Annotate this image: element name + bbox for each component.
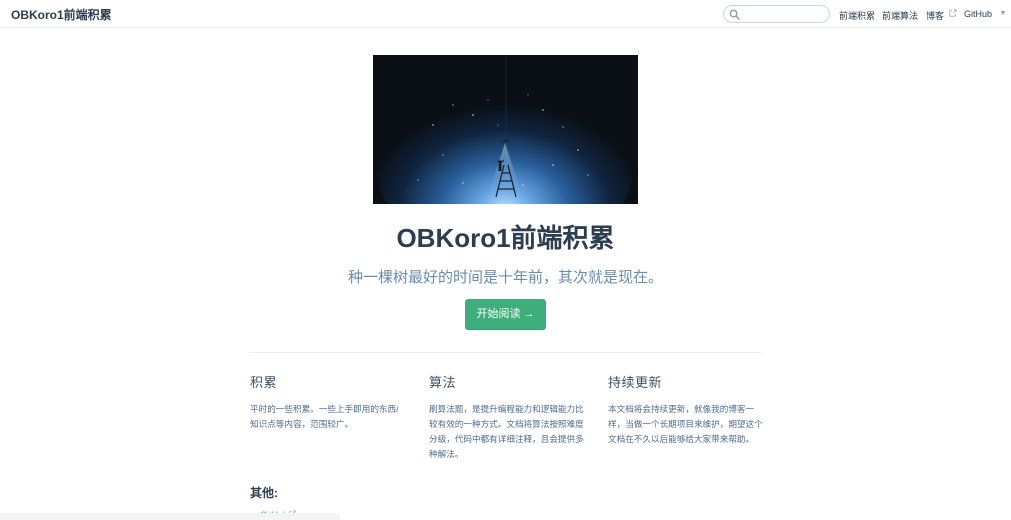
feature-continuous-update: 持续更新 本文档将会持续更新，就像我的博客一样，当做一个长期项目来维护，期望这个… <box>608 372 763 447</box>
hero-title: OBKoro1前端积累 <box>396 223 615 253</box>
external-link-icon <box>948 9 957 17</box>
nav-link-blog[interactable]: 博客 <box>926 9 957 22</box>
search-input[interactable] <box>742 7 826 21</box>
feature-details: 平时的一些积累。一些上手即用的东西/知识点等内容，范围较广。 <box>250 404 399 429</box>
browser-status-bar <box>0 513 340 520</box>
feature-algorithm: 算法 刷算法题，是提升编程能力和逻辑能力比较有效的一种方式。文档将算法按照难度分… <box>429 372 584 462</box>
chevron-down-icon: ▼ <box>999 10 1007 17</box>
search-box[interactable] <box>723 5 830 23</box>
site-title[interactable]: OBKoro1前端积累 <box>11 6 112 23</box>
divider <box>250 352 761 353</box>
feature-accumulation: 积累 平时的一些积累。一些上手即用的东西/知识点等内容，范围较广。 <box>250 372 405 432</box>
navbar: OBKoro1前端积累 前端积累 前端算法 博客 GitHub ▼ <box>0 0 1011 28</box>
nav-dropdown-github[interactable]: GitHub ▼ <box>964 9 1006 19</box>
nav-link-accumulation[interactable]: 前端积累 <box>839 9 875 22</box>
other-heading: 其他: <box>250 486 278 500</box>
search-icon <box>729 9 740 20</box>
hero-description: 种一棵树最好的时间是十年前，其次就是现在。 <box>347 269 663 286</box>
feature-details: 刷算法题，是提升编程能力和逻辑能力比较有效的一种方式。文档将算法按照难度分级，代… <box>429 404 584 459</box>
start-reading-button[interactable]: 开始阅读 → <box>465 299 546 330</box>
hero-image <box>373 55 638 204</box>
feature-title: 积累 <box>250 375 278 390</box>
feature-title: 持续更新 <box>608 375 663 390</box>
feature-details: 本文档将会持续更新，就像我的博客一样，当做一个长期项目来维护，期望这个文档在不久… <box>608 404 763 444</box>
nav-link-algorithm[interactable]: 前端算法 <box>882 9 918 22</box>
feature-title: 算法 <box>429 375 457 390</box>
night-sky-illustration <box>373 55 638 204</box>
